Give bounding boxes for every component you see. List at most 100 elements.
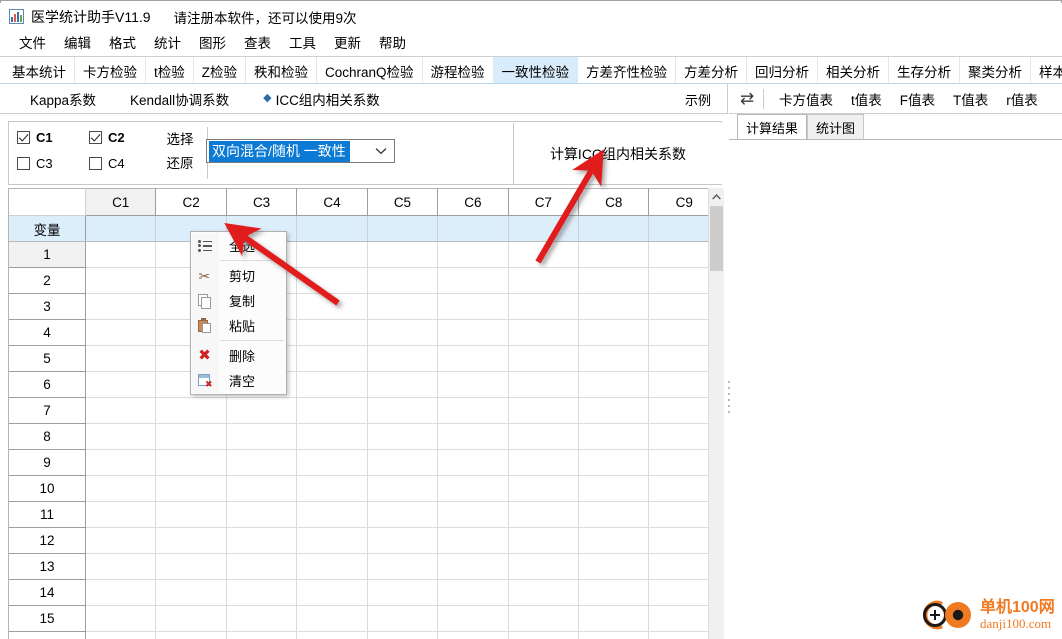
checkbox-c1[interactable]: C1 (17, 130, 53, 145)
cell-C7-13[interactable] (507, 553, 580, 580)
checkbox-c4-box[interactable] (89, 157, 102, 170)
cell-C7-5[interactable] (507, 345, 580, 372)
cell-C6-6[interactable] (437, 371, 509, 398)
context-menu-item-粘贴[interactable]: 粘贴 (191, 313, 286, 338)
column-header-C6[interactable]: C6 (437, 188, 509, 216)
cell-C6-2[interactable] (437, 267, 509, 294)
cell-C6-3[interactable] (437, 293, 509, 320)
cell-C1-1[interactable] (84, 241, 157, 268)
variable-cell-C5[interactable] (366, 215, 439, 242)
cell-C7-16[interactable] (507, 631, 580, 639)
cell-C5-2[interactable] (366, 267, 439, 294)
cell-C5-7[interactable] (366, 397, 439, 424)
select-all-columns-button[interactable]: 选择 (152, 126, 208, 150)
cell-C2-11[interactable] (155, 501, 227, 528)
cell-C6-9[interactable] (437, 449, 509, 476)
row-header-8[interactable]: 8 (9, 423, 86, 450)
cell-C3-9[interactable] (225, 449, 298, 476)
cell-C5-8[interactable] (366, 423, 439, 450)
cell-C7-3[interactable] (507, 293, 580, 320)
cell-C4-8[interactable] (296, 423, 368, 450)
cell-C4-11[interactable] (296, 501, 368, 528)
row-header-16[interactable]: 16 (9, 631, 86, 639)
cell-C2-8[interactable] (155, 423, 227, 450)
cell-C7-1[interactable] (507, 241, 580, 268)
tab-基本统计[interactable]: 基本统计 (4, 57, 75, 83)
cell-C3-15[interactable] (225, 605, 298, 632)
cell-C2-12[interactable] (155, 527, 227, 554)
cell-C4-6[interactable] (296, 371, 368, 398)
cell-C5-1[interactable] (366, 241, 439, 268)
lookup-table-卡方值表[interactable]: 卡方值表 (770, 89, 842, 109)
cell-C3-12[interactable] (225, 527, 298, 554)
cell-C8-12[interactable] (578, 527, 650, 554)
context-menu-item-复制[interactable]: 复制 (191, 288, 286, 313)
checkbox-c3[interactable]: C3 (17, 156, 53, 171)
cell-C7-10[interactable] (507, 475, 580, 502)
cell-C8-15[interactable] (578, 605, 650, 632)
subtab-Kappa系数[interactable]: Kappa系数 (22, 89, 104, 109)
cell-C7-14[interactable] (507, 579, 580, 606)
tab-相关分析[interactable]: 相关分析 (818, 57, 890, 83)
column-header-C3[interactable]: C3 (225, 188, 298, 216)
cell-C4-1[interactable] (296, 241, 368, 268)
cell-C5-16[interactable] (366, 631, 439, 639)
variable-cell-C4[interactable] (296, 215, 368, 242)
menu-item-3[interactable]: 统计 (145, 31, 190, 53)
cell-C8-14[interactable] (578, 579, 650, 606)
column-header-C1[interactable]: C1 (84, 188, 157, 216)
cell-C4-4[interactable] (296, 319, 368, 346)
tab-回归分析[interactable]: 回归分析 (747, 57, 819, 83)
example-link[interactable]: 示例 (685, 84, 711, 114)
tab-样本量估算[interactable]: 样本量估算 (1031, 57, 1062, 83)
checkbox-c3-box[interactable] (17, 157, 30, 170)
cell-C1-6[interactable] (84, 371, 157, 398)
cell-C1-12[interactable] (84, 527, 157, 554)
cell-C4-14[interactable] (296, 579, 368, 606)
cell-C7-8[interactable] (507, 423, 580, 450)
cell-C5-13[interactable] (366, 553, 439, 580)
variable-cell-C1[interactable] (84, 215, 157, 242)
menu-item-5[interactable]: 查表 (235, 31, 280, 53)
scroll-up-arrow-icon[interactable] (709, 188, 724, 205)
cell-C4-16[interactable] (296, 631, 368, 639)
cell-C4-2[interactable] (296, 267, 368, 294)
cell-C2-16[interactable] (155, 631, 227, 639)
cell-C1-10[interactable] (84, 475, 157, 502)
chevron-down-icon[interactable] (371, 140, 391, 162)
cell-C7-12[interactable] (507, 527, 580, 554)
lookup-table-F值表[interactable]: F值表 (891, 89, 944, 109)
grid-vertical-scrollbar[interactable] (708, 188, 724, 639)
row-header-13[interactable]: 13 (9, 553, 86, 580)
cell-C2-9[interactable] (155, 449, 227, 476)
grid-context-menu[interactable]: 全选 ✂ 剪切 复制 粘贴 ✖ 删除 ✖ 清空 (190, 231, 287, 395)
checkbox-c2[interactable]: C2 (89, 130, 125, 145)
cell-C1-4[interactable] (84, 319, 157, 346)
cell-C6-13[interactable] (437, 553, 509, 580)
cell-C3-16[interactable] (225, 631, 298, 639)
cell-C8-2[interactable] (578, 267, 650, 294)
tab-t检验[interactable]: t检验 (146, 57, 194, 83)
cell-C8-6[interactable] (578, 371, 650, 398)
menu-item-6[interactable]: 工具 (280, 31, 325, 53)
swap-arrows-icon[interactable]: ⇄ (733, 86, 761, 112)
cell-C1-15[interactable] (84, 605, 157, 632)
cell-C3-7[interactable] (225, 397, 298, 424)
row-header-14[interactable]: 14 (9, 579, 86, 606)
row-header-5[interactable]: 5 (9, 345, 86, 372)
cell-C4-13[interactable] (296, 553, 368, 580)
tab-Z检验[interactable]: Z检验 (194, 57, 247, 83)
cell-C7-9[interactable] (507, 449, 580, 476)
menu-item-0[interactable]: 文件 (10, 31, 55, 53)
cell-C4-12[interactable] (296, 527, 368, 554)
reset-columns-button[interactable]: 还原 (152, 150, 208, 174)
row-header-1[interactable]: 1 (9, 241, 86, 268)
cell-C4-9[interactable] (296, 449, 368, 476)
column-header-C5[interactable]: C5 (366, 188, 439, 216)
cell-C6-16[interactable] (437, 631, 509, 639)
cell-C4-15[interactable] (296, 605, 368, 632)
cell-C7-4[interactable] (507, 319, 580, 346)
cell-C8-9[interactable] (578, 449, 650, 476)
row-header-11[interactable]: 11 (9, 501, 86, 528)
cell-C4-10[interactable] (296, 475, 368, 502)
